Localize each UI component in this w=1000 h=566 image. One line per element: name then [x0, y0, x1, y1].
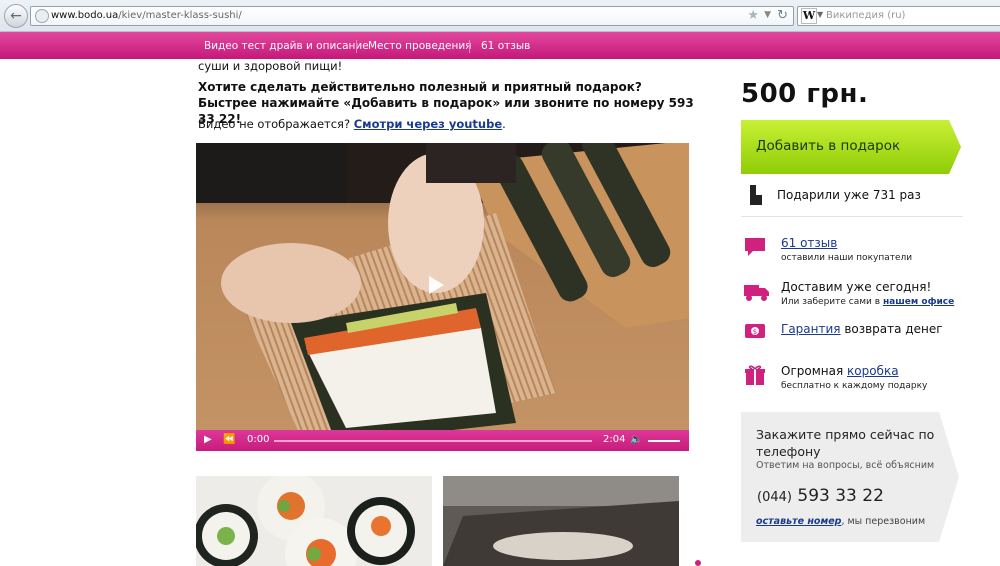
- nav-item-reviews[interactable]: 61 отзыв: [481, 40, 530, 52]
- bookmark-star-icon[interactable]: ★: [747, 8, 759, 23]
- globe-icon: [35, 9, 49, 23]
- box-text: Огромная коробка: [781, 364, 899, 378]
- volume-icon[interactable]: 🔈: [630, 434, 642, 445]
- office-link[interactable]: нашем офисе: [883, 297, 954, 307]
- volume-slider[interactable]: [648, 440, 680, 442]
- kitchen-image: [443, 476, 679, 566]
- scroll-indicator: [695, 560, 701, 566]
- punctuation: .: [502, 117, 506, 131]
- price: 500 грн.: [741, 79, 869, 109]
- current-time: 0:00: [247, 434, 270, 445]
- nav-separator: [356, 40, 357, 53]
- progress-bar[interactable]: [274, 440, 592, 442]
- divider: [741, 216, 963, 217]
- gift-button-label: Добавить в подарок: [756, 138, 901, 154]
- back-button[interactable]: ←: [4, 4, 28, 28]
- nav-item-location[interactable]: Место проведения: [368, 40, 472, 52]
- svg-text:$: $: [753, 328, 757, 336]
- money-icon: $: [745, 324, 765, 338]
- url-dropdown-icon[interactable]: ▼: [764, 10, 771, 20]
- kitchen-photo-thumbnail[interactable]: [443, 476, 679, 566]
- nav-item-video[interactable]: Видео тест драйв и описание: [204, 40, 369, 52]
- rewind-icon[interactable]: ⏪: [223, 434, 235, 445]
- search-bar[interactable]: W ▼ Википедия (ru): [797, 6, 1000, 26]
- box-sub: бесплатно к каждому подарку: [781, 381, 928, 391]
- play-overlay-icon[interactable]: [429, 276, 444, 294]
- reviews-link[interactable]: 61 отзыв: [781, 236, 837, 250]
- video-fallback: Видео не отображается? Смотри через yout…: [198, 117, 506, 131]
- phone-box-title: Закажите прямо сейчас по телефону: [756, 427, 935, 459]
- callback-text: оставьте номер, мы перезвоним: [756, 516, 926, 527]
- delivery-title: Доставим уже сегодня!: [781, 280, 932, 294]
- reload-icon[interactable]: ↻: [777, 8, 788, 23]
- hand-point-icon: [750, 185, 762, 205]
- play-icon[interactable]: ▶: [204, 434, 212, 445]
- search-engine-dropdown-icon[interactable]: ▼: [817, 10, 823, 19]
- phone-number: (044) 593 33 22: [757, 486, 884, 506]
- sushi-photo-thumbnail[interactable]: [196, 476, 432, 566]
- leave-number-link[interactable]: оставьте номер: [756, 516, 841, 527]
- add-to-gift-button[interactable]: Добавить в подарок: [741, 120, 961, 174]
- video-player[interactable]: [196, 143, 689, 451]
- search-engine-label: Википедия (ru): [826, 10, 906, 21]
- intro-text: суши и здоровой пищи!: [198, 59, 343, 73]
- sushi-image: [196, 476, 432, 566]
- comment-icon: [745, 238, 765, 256]
- gifted-count: Подарили уже 731 раз: [744, 181, 921, 211]
- nav-separator: [469, 40, 470, 53]
- youtube-link[interactable]: Смотри через youtube: [354, 117, 502, 131]
- gift-box-icon: [745, 365, 765, 385]
- guarantee-link[interactable]: Гарантия: [781, 322, 841, 336]
- browser-toolbar: ← www.bodo.ua/kiev/master-klass-sushi/ ★…: [0, 0, 1000, 32]
- duration: 2:04: [603, 434, 626, 445]
- gifted-text: Подарили уже 731 раз: [777, 188, 921, 202]
- reviews-sub: оставили наши покупатели: [781, 253, 913, 263]
- top-nav: Видео тест драйв и описание Место провед…: [0, 32, 1000, 59]
- phone-box-subtitle: Ответим на вопросы, всё объясним: [756, 460, 935, 471]
- guarantee-text: Гарантия возврата денег: [781, 322, 943, 336]
- box-link[interactable]: коробка: [847, 364, 899, 378]
- video-controls: ▶ ⏪ 0:00 2:04 🔈: [196, 430, 689, 451]
- truck-icon: [744, 285, 769, 301]
- video-frame-image: [196, 143, 689, 451]
- address-bar[interactable]: www.bodo.ua/kiev/master-klass-sushi/ ★ ▼…: [30, 6, 794, 26]
- video-fallback-text: Видео не отображается?: [198, 117, 351, 131]
- back-arrow-icon: ←: [10, 8, 22, 24]
- delivery-sub: Или заберите сами в нашем офисе: [781, 297, 955, 307]
- url-text: www.bodo.ua/kiev/master-klass-sushi/: [51, 10, 242, 21]
- wikipedia-icon: W: [801, 8, 817, 24]
